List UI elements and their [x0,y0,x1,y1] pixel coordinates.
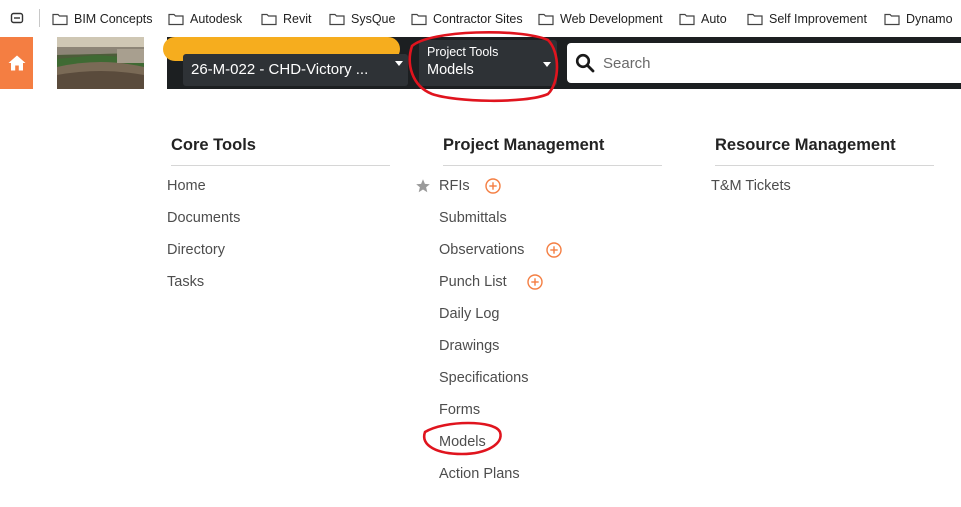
tool-selector-value: Models [427,62,474,78]
menu-item-tasks[interactable]: Tasks [167,274,204,290]
menu-item-documents[interactable]: Documents [167,210,240,226]
menu-item-punch-list[interactable]: Punch List [439,274,507,290]
bookmark-label: Autodesk [190,12,243,26]
search-input[interactable] [603,54,903,72]
bookmark-folder-bim-concepts[interactable]: BIM Concepts [52,10,153,28]
menu-item-forms[interactable]: Forms [439,402,480,418]
star-icon[interactable] [415,178,431,194]
folder-icon [168,13,184,26]
folder-icon [679,13,695,26]
bookmarks-separator [39,9,40,27]
menu-item-directory[interactable]: Directory [167,242,225,258]
core-tools-divider [171,165,390,166]
bookmark-folder-autodesk[interactable]: Autodesk [168,10,242,28]
menu-item-action-plans[interactable]: Action Plans [439,466,520,482]
caret-down-icon [395,61,403,66]
home-icon [8,55,25,71]
core-tools-heading: Core Tools [171,136,256,154]
folder-icon [52,13,68,26]
folder-icon [261,13,277,26]
home-button[interactable] [0,37,33,89]
bookmark-folder-contractor-sites[interactable]: Contractor Sites [411,10,523,28]
project-management-divider [443,165,662,166]
bookmark-label: Dynamo [906,12,953,26]
menu-item-observations[interactable]: Observations [439,242,524,258]
bookmark-folder-self-improvement[interactable]: Self Improvement [747,10,867,28]
folder-icon [329,13,345,26]
bookmark-folder-web-development[interactable]: Web Development [538,10,663,28]
bookmark-label: Revit [283,12,312,26]
menu-item-daily-log[interactable]: Daily Log [439,306,499,322]
project-thumbnail[interactable] [57,37,144,89]
menu-item-tm-tickets[interactable]: T&M Tickets [711,178,791,194]
project-management-heading: Project Management [443,136,605,154]
bookmark-label: SysQue [351,12,396,26]
menu-item-specifications[interactable]: Specifications [439,370,528,386]
menu-item-models[interactable]: Models [439,434,486,450]
folder-icon [747,13,763,26]
search-icon [575,53,595,73]
folder-icon [411,13,427,26]
project-selector-value: 26-M-022 - CHD-Victory ... [191,61,369,78]
bookmark-folder-dynamo[interactable]: Dynamo [884,10,953,28]
add-punch-item-icon[interactable] [527,274,543,290]
tool-selector[interactable]: Project Tools Models [419,40,557,86]
caret-down-icon [543,62,551,67]
bookmark-folder-auto[interactable]: Auto [679,10,727,28]
resource-management-heading: Resource Management [715,136,896,154]
bookmark-app-icon[interactable] [10,11,24,25]
add-rfi-icon[interactable] [485,178,501,194]
bookmark-folder-sysque[interactable]: SysQue [329,10,395,28]
tool-selector-label: Project Tools [427,45,499,59]
bookmarks-bar: BIM Concepts Autodesk Revit SysQue Contr… [0,0,961,36]
search-box[interactable] [567,43,961,83]
folder-icon [884,13,900,26]
bookmark-label: Self Improvement [769,12,867,26]
add-observation-icon[interactable] [546,242,562,258]
resource-management-divider [715,165,934,166]
folder-icon [538,13,554,26]
menu-item-drawings[interactable]: Drawings [439,338,499,354]
bookmark-label: Web Development [560,12,663,26]
stadium-image [57,37,144,89]
menu-item-rfis[interactable]: RFIs [439,178,470,194]
menu-item-submittals[interactable]: Submittals [439,210,507,226]
project-selector[interactable]: 26-M-022 - CHD-Victory ... [183,54,408,86]
menu-item-home[interactable]: Home [167,178,206,194]
bookmark-label: Contractor Sites [433,12,523,26]
bookmark-label: BIM Concepts [74,12,153,26]
bookmark-folder-revit[interactable]: Revit [261,10,311,28]
bookmark-label: Auto [701,12,727,26]
